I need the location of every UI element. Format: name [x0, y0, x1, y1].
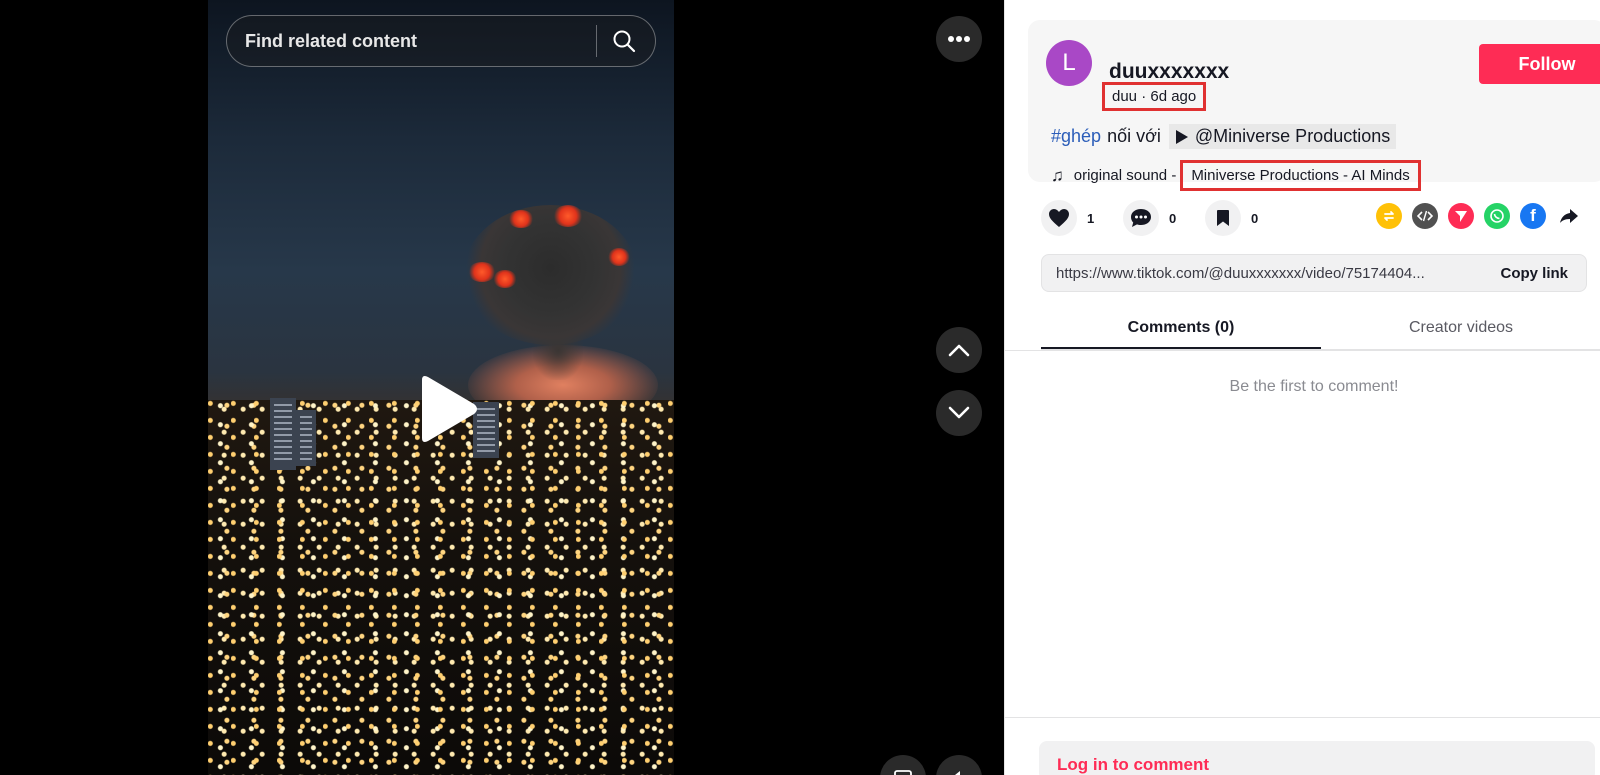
chevron-up-icon[interactable]: [936, 327, 982, 373]
sound-name: Miniverse Productions - AI Minds: [1191, 167, 1410, 184]
sound-info: ♫ original sound - Miniverse Productions…: [1051, 160, 1421, 191]
sound-name-link[interactable]: Miniverse Productions - AI Minds: [1180, 160, 1421, 191]
avatar-letter: L: [1062, 49, 1076, 76]
picture-in-picture-icon[interactable]: [880, 755, 926, 775]
repost-icon[interactable]: [1376, 203, 1402, 229]
heart-icon: [1049, 209, 1069, 227]
search-input[interactable]: [245, 30, 596, 52]
comment-icon: [1131, 209, 1151, 227]
sound-prefix: original sound -: [1073, 167, 1177, 184]
username[interactable]: duuxxxxxxx: [1109, 60, 1229, 84]
video-area: [0, 0, 1004, 775]
copy-link-button[interactable]: Copy link: [1482, 265, 1586, 282]
facebook-icon[interactable]: f: [1520, 203, 1546, 229]
mention-link[interactable]: @Miniverse Productions: [1168, 124, 1397, 149]
details-panel: L duuxxxxxxx duu · 6d ago Follow #ghép n…: [1004, 0, 1600, 775]
fire-spot: [508, 210, 534, 228]
fire-spot: [468, 262, 496, 282]
search-icon[interactable]: [611, 28, 637, 54]
play-icon[interactable]: [412, 372, 482, 446]
video-link[interactable]: https://www.tiktok.com/@duuxxxxxxx/video…: [1042, 265, 1482, 282]
volume-icon[interactable]: [936, 755, 982, 775]
play-small-icon: [1175, 129, 1188, 144]
app-root: L duuxxxxxxx duu · 6d ago Follow #ghép n…: [0, 0, 1600, 775]
tab-creator-videos[interactable]: Creator videos: [1321, 310, 1600, 349]
tower-building: [270, 398, 296, 470]
search-divider: [596, 25, 597, 57]
action-bar: 1 0 0: [1041, 200, 1281, 236]
like-count: 1: [1087, 210, 1095, 226]
share-row: f: [1376, 203, 1592, 229]
fire-spot: [553, 205, 583, 227]
post-meta-text: duu · 6d ago: [1112, 88, 1197, 105]
tower-building: [296, 410, 316, 466]
bookmark-icon: [1217, 210, 1229, 226]
connector-text: nối với: [1107, 126, 1161, 146]
save-button[interactable]: [1205, 200, 1241, 236]
ellipsis-icon[interactable]: [936, 16, 982, 62]
share-arrow-icon[interactable]: [1556, 203, 1582, 229]
post-description: #ghép nối với @Miniverse Productions: [1051, 124, 1397, 149]
follow-button[interactable]: Follow: [1479, 44, 1600, 84]
post-info-card: L duuxxxxxxx duu · 6d ago Follow #ghép n…: [1028, 20, 1600, 191]
tab-comments[interactable]: Comments (0): [1041, 310, 1321, 349]
empty-comments-text: Be the first to comment!: [1229, 378, 1399, 395]
fire-spot: [493, 270, 517, 288]
login-bar: Log in to comment: [1039, 741, 1595, 775]
comment-count: 0: [1169, 210, 1177, 226]
login-to-comment-link[interactable]: Log in to comment: [1057, 755, 1577, 775]
embed-icon[interactable]: [1412, 203, 1438, 229]
footer-divider: [1005, 717, 1600, 718]
whatsapp-icon[interactable]: [1484, 203, 1510, 229]
mention-text: @Miniverse Productions: [1194, 126, 1391, 146]
send-icon[interactable]: [1448, 203, 1474, 229]
avatar[interactable]: L: [1046, 40, 1092, 86]
music-note-icon: ♫: [1051, 165, 1064, 185]
tabs-divider: [1005, 350, 1600, 351]
tab-bar: Comments (0) Creator videos: [1041, 310, 1600, 350]
hashtag-link[interactable]: #ghép: [1051, 126, 1101, 147]
comment-button[interactable]: [1123, 200, 1159, 236]
like-button[interactable]: [1041, 200, 1077, 236]
link-box: https://www.tiktok.com/@duuxxxxxxx/video…: [1041, 254, 1587, 292]
search-bar: [226, 15, 656, 67]
fire-spot: [608, 248, 630, 266]
save-count: 0: [1251, 210, 1259, 226]
post-meta: duu · 6d ago: [1102, 82, 1207, 111]
chevron-down-icon[interactable]: [936, 390, 982, 436]
